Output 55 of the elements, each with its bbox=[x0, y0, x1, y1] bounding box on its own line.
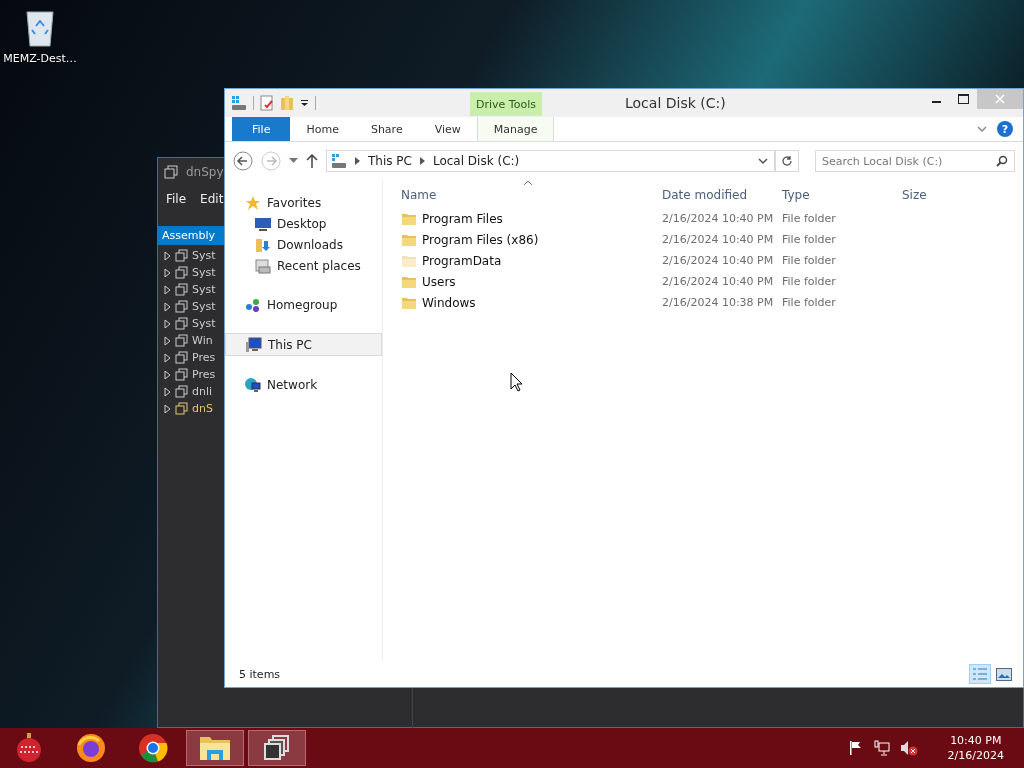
nav-item[interactable]: Favorites bbox=[225, 192, 382, 213]
address-bar[interactable]: This PC Local Disk (C:) bbox=[326, 150, 775, 172]
type-cell-text: File folder bbox=[782, 296, 837, 309]
nav-item[interactable]: Downloads bbox=[225, 234, 382, 255]
window-title: dnSpy bbox=[186, 165, 224, 179]
ribbon-tab[interactable]: Home bbox=[290, 117, 355, 141]
ribbon-tab[interactable]: Manage bbox=[476, 117, 555, 141]
menu-item[interactable]: Edit bbox=[200, 192, 224, 206]
nav-item[interactable]: This PC bbox=[225, 333, 382, 356]
nav-item[interactable]: Desktop bbox=[225, 213, 382, 234]
search-box[interactable]: Search Local Disk (C:) bbox=[815, 150, 1015, 172]
breadcrumb-item[interactable]: Local Disk (C:) bbox=[432, 154, 520, 168]
tree-item[interactable]: Syst bbox=[158, 315, 224, 332]
panel-tab[interactable]: Assembly bbox=[158, 226, 224, 245]
file-name[interactable]: ProgramData bbox=[422, 253, 502, 268]
nav-item[interactable]: Network bbox=[225, 374, 382, 395]
menu-item[interactable]: File bbox=[166, 192, 187, 206]
window-title: Local Disk (C:) bbox=[625, 95, 726, 111]
tree-item[interactable]: Win bbox=[158, 332, 224, 349]
tree-item[interactable]: Syst bbox=[158, 298, 224, 315]
nav-item[interactable]: Recent places bbox=[225, 255, 382, 276]
tree-item[interactable]: Pres bbox=[158, 366, 224, 383]
item-count: 5 items bbox=[239, 667, 281, 681]
nav-item[interactable]: Homegroup bbox=[225, 294, 382, 315]
type-cell-text: File folder bbox=[782, 233, 837, 246]
column-header[interactable]: Date modified bbox=[662, 180, 782, 208]
tree-item[interactable]: Syst bbox=[158, 264, 224, 281]
help-icon[interactable]: ? bbox=[997, 121, 1013, 137]
column-header[interactable]: Size bbox=[902, 180, 982, 208]
column-header[interactable]: Name bbox=[401, 180, 662, 208]
context-tab-group: Drive Tools bbox=[470, 92, 542, 116]
tree-item[interactable]: dnS bbox=[158, 400, 224, 417]
tree-item[interactable]: dnli bbox=[158, 383, 224, 400]
file-name[interactable]: Users bbox=[422, 274, 456, 289]
tree-item[interactable]: Pres bbox=[158, 349, 224, 366]
tree-item[interactable]: Syst bbox=[158, 247, 224, 264]
date-cell-text: 2/16/2024 10:38 PM bbox=[662, 296, 775, 309]
date-cell-text: 2/16/2024 10:40 PM bbox=[662, 212, 775, 225]
ribbon-tab[interactable]: File bbox=[232, 117, 291, 141]
file-name[interactable]: Windows bbox=[422, 295, 476, 310]
desktop-icon-label[interactable]: MEMZ-Dest… bbox=[3, 52, 77, 65]
date-cell-text: 2/16/2024 10:40 PM bbox=[662, 233, 775, 246]
ribbon-tab[interactable]: Share bbox=[354, 117, 419, 141]
file-name[interactable]: Program Files bbox=[422, 211, 503, 226]
column-header[interactable]: Type bbox=[782, 180, 902, 208]
type-cell-text: File folder bbox=[782, 254, 837, 267]
tree-item[interactable]: Syst bbox=[158, 281, 224, 298]
ribbon-tab[interactable]: View bbox=[418, 117, 477, 141]
date-cell-text: 2/16/2024 10:40 PM bbox=[662, 275, 775, 288]
date-cell-text: 2/16/2024 10:40 PM bbox=[662, 254, 775, 267]
type-cell-text: File folder bbox=[782, 275, 837, 288]
clock[interactable]: 10:40 PM 2/16/2024 bbox=[941, 732, 1010, 764]
breadcrumb-item[interactable]: This PC bbox=[368, 154, 412, 168]
type-cell-text: File folder bbox=[782, 212, 837, 225]
file-name[interactable]: Program Files (x86) bbox=[422, 232, 539, 247]
